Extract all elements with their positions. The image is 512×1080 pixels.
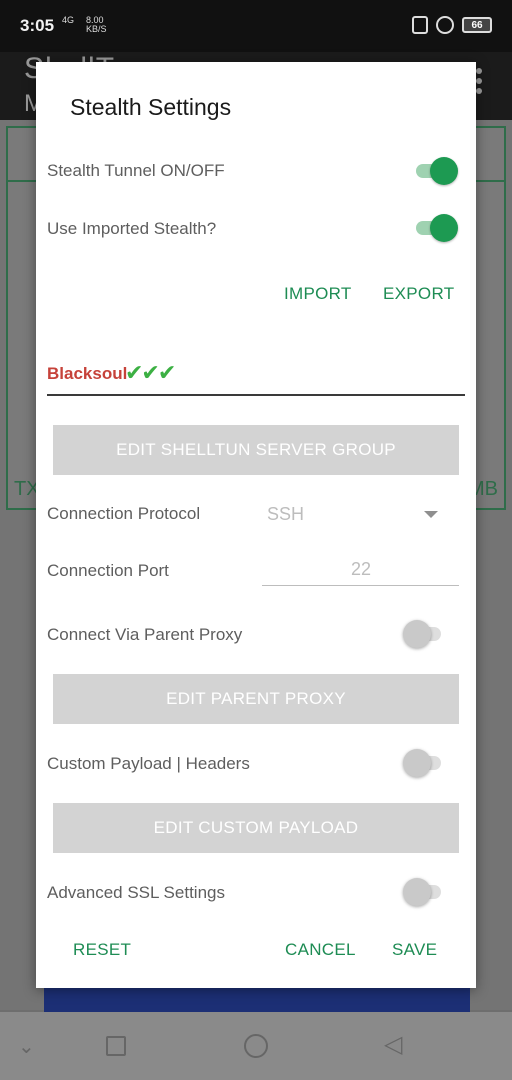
network-speed-unit: KB/S: [86, 24, 107, 34]
nav-hide-keyboard-icon[interactable]: ⌄: [18, 1034, 35, 1059]
connection-port-value: 22: [350, 559, 371, 579]
stealth-tunnel-label: Stealth Tunnel ON/OFF: [47, 161, 225, 180]
advanced-ssl-switch[interactable]: [403, 878, 449, 906]
network-type-icon: 4G: [62, 15, 75, 25]
edit-server-group-button[interactable]: EDIT SHELLTUN SERVER GROUP: [53, 425, 459, 475]
check-mark-icons: ✔✔✔: [125, 360, 176, 385]
network-speed: 8.00 KB/S: [86, 16, 107, 34]
custom-payload-switch[interactable]: [403, 749, 449, 777]
nav-home-icon[interactable]: [244, 1034, 268, 1058]
use-imported-stealth-label: Use Imported Stealth?: [47, 219, 217, 238]
dialog-title: Stealth Settings: [70, 94, 232, 120]
parent-proxy-label: Connect Via Parent Proxy: [47, 625, 243, 644]
nav-recents-icon[interactable]: [106, 1036, 126, 1056]
edit-parent-proxy-button[interactable]: EDIT PARENT PROXY: [53, 674, 459, 724]
import-button[interactable]: IMPORT: [284, 284, 352, 304]
export-button[interactable]: EXPORT: [383, 284, 454, 304]
dropdown-arrow-icon[interactable]: [424, 511, 438, 518]
connection-port-label: Connection Port: [47, 561, 169, 580]
edit-custom-payload-button[interactable]: EDIT CUSTOM PAYLOAD: [53, 803, 459, 853]
status-time: 3:05: [20, 16, 55, 35]
status-icons: 66: [412, 16, 492, 34]
alarm-icon: [436, 16, 454, 34]
custom-payload-label: Custom Payload | Headers: [47, 754, 250, 773]
stealth-settings-dialog: Stealth Settings Stealth Tunnel ON/OFF U…: [36, 62, 476, 988]
vibrate-icon: [412, 16, 428, 34]
stealth-name-field[interactable]: Blacksoul ✔✔✔: [47, 358, 465, 396]
parent-proxy-switch[interactable]: [403, 620, 449, 648]
connection-port-input[interactable]: 22: [262, 554, 459, 586]
nav-back-icon[interactable]: ◁: [384, 1030, 402, 1059]
stealth-tunnel-switch[interactable]: [412, 157, 458, 185]
stealth-name-text: Blacksoul: [47, 364, 128, 383]
cancel-button[interactable]: CANCEL: [285, 940, 356, 960]
reset-button[interactable]: RESET: [73, 940, 131, 960]
status-bar: 3:05 4G 8.00 KB/S 66: [0, 0, 512, 52]
battery-icon: 66: [462, 17, 492, 33]
advanced-ssl-label: Advanced SSL Settings: [47, 883, 225, 902]
save-button[interactable]: SAVE: [392, 940, 437, 960]
connection-protocol-label: Connection Protocol: [47, 504, 201, 523]
overflow-menu-icon: [476, 68, 484, 98]
use-imported-stealth-switch[interactable]: [412, 214, 458, 242]
connection-protocol-select[interactable]: SSH: [267, 504, 304, 525]
